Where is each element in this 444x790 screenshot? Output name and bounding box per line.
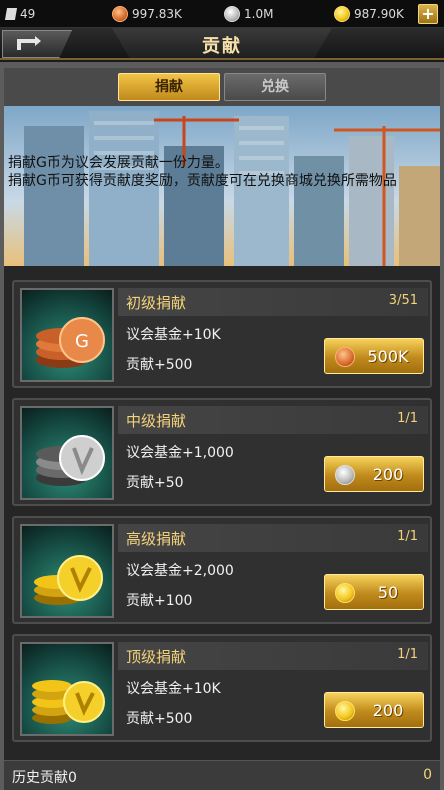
bronze-coin-stack-icon: G [20,288,114,382]
tab-bar: 捐献 兑换 [4,68,440,106]
silver-coin-counter: 1.0M [224,5,273,23]
card-header: 初级捐献 3/51 [118,288,428,316]
svg-text:G: G [75,331,89,352]
donate-button-advanced[interactable]: 50 [324,574,424,610]
banner-line-2: 捐献G币可获得贡献度奖励，贡献度可在兑换商城兑换所需物品 [8,173,397,189]
card-header: 中级捐献 1/1 [118,406,428,434]
contribution-reward: 贡献+100 [126,593,193,609]
silver-coin-icon [335,465,355,485]
contribution-reward: 贡献+500 [126,357,193,373]
card-count: 3/51 [388,293,418,308]
bronze-coin-value: 997.83K [132,7,182,21]
tab-donate[interactable]: 捐献 [118,73,220,101]
donation-panel: 捐献 兑换 捐献G币为议会发展贡献一份力量。 捐献G币可获得贡献度奖励，贡献度可… [0,62,444,790]
fund-reward: 议会基金+2,000 [126,563,234,579]
gold-coin-icon [335,583,355,603]
banner-image: 捐献G币为议会发展贡献一份力量。 捐献G币可获得贡献度奖励，贡献度可在兑换商城兑… [4,106,440,266]
silver-coin-stack-icon [20,406,114,500]
card-title: 高级捐献 [126,530,187,548]
donate-price: 200 [372,701,404,720]
contribution-reward: 贡献+500 [126,711,193,727]
fund-reward: 议会基金+1,000 [126,445,234,461]
donation-card-advanced: 高级捐献 1/1 议会基金+2,000 贡献+100 50 [12,516,432,624]
diamond-counter: 49 [4,5,36,23]
bronze-coin-counter: 997.83K [112,5,182,23]
banner-line-1: 捐献G币为议会发展贡献一份力量。 [8,155,229,171]
silver-coin-icon [224,6,240,22]
bronze-coin-icon [335,347,355,367]
history-contribution-value: 0 [423,767,432,783]
card-title: 顶级捐献 [126,648,187,666]
page-header: 贡献 [0,28,444,60]
donate-price: 50 [377,583,399,602]
bronze-coin-icon [112,6,128,22]
diamond-value: 49 [20,7,36,21]
card-header: 高级捐献 1/1 [118,524,428,552]
silver-coin-value: 1.0M [244,7,274,21]
donate-button-intermediate[interactable]: 200 [324,456,424,492]
donate-button-top[interactable]: 200 [324,692,424,728]
page-title: 贡献 [202,36,242,57]
add-currency-button[interactable]: + [418,4,438,24]
tab-exchange[interactable]: 兑换 [224,73,326,101]
donate-price: 200 [372,465,404,484]
fund-reward: 议会基金+10K [126,327,221,343]
contribution-reward: 贡献+50 [126,475,184,491]
gold-coin-stack-icon [20,524,114,618]
history-contribution-bar: 历史贡献0 0 [4,760,440,790]
card-count: 1/1 [397,647,418,662]
card-count: 1/1 [397,411,418,426]
gold-coin-icon [334,6,350,22]
card-count: 1/1 [397,529,418,544]
fund-reward: 议会基金+10K [126,681,221,697]
donation-card-top: 顶级捐献 1/1 议会基金+10K 贡献+500 200 [12,634,432,742]
donation-card-basic: G 初级捐献 3/51 议会基金+10K 贡献+500 500K [12,280,432,388]
gold-coin-icon [335,701,355,721]
gold-coin-pile-icon [20,642,114,736]
donate-price: 500K [367,347,409,366]
diamond-icon [4,8,18,20]
resource-bar: 49 997.83K 1.0M 987.90K + [0,0,444,28]
history-contribution-label: 历史贡献0 [12,770,77,786]
card-title: 中级捐献 [126,412,187,430]
gold-coin-value: 987.90K [354,7,404,21]
donate-button-basic[interactable]: 500K [324,338,424,374]
donation-card-intermediate: 中级捐献 1/1 议会基金+1,000 贡献+50 200 [12,398,432,506]
card-header: 顶级捐献 1/1 [118,642,428,670]
gold-coin-counter: 987.90K [334,5,404,23]
banner-description: 捐献G币为议会发展贡献一份力量。 捐献G币可获得贡献度奖励，贡献度可在兑换商城兑… [8,154,440,190]
card-title: 初级捐献 [126,294,187,312]
